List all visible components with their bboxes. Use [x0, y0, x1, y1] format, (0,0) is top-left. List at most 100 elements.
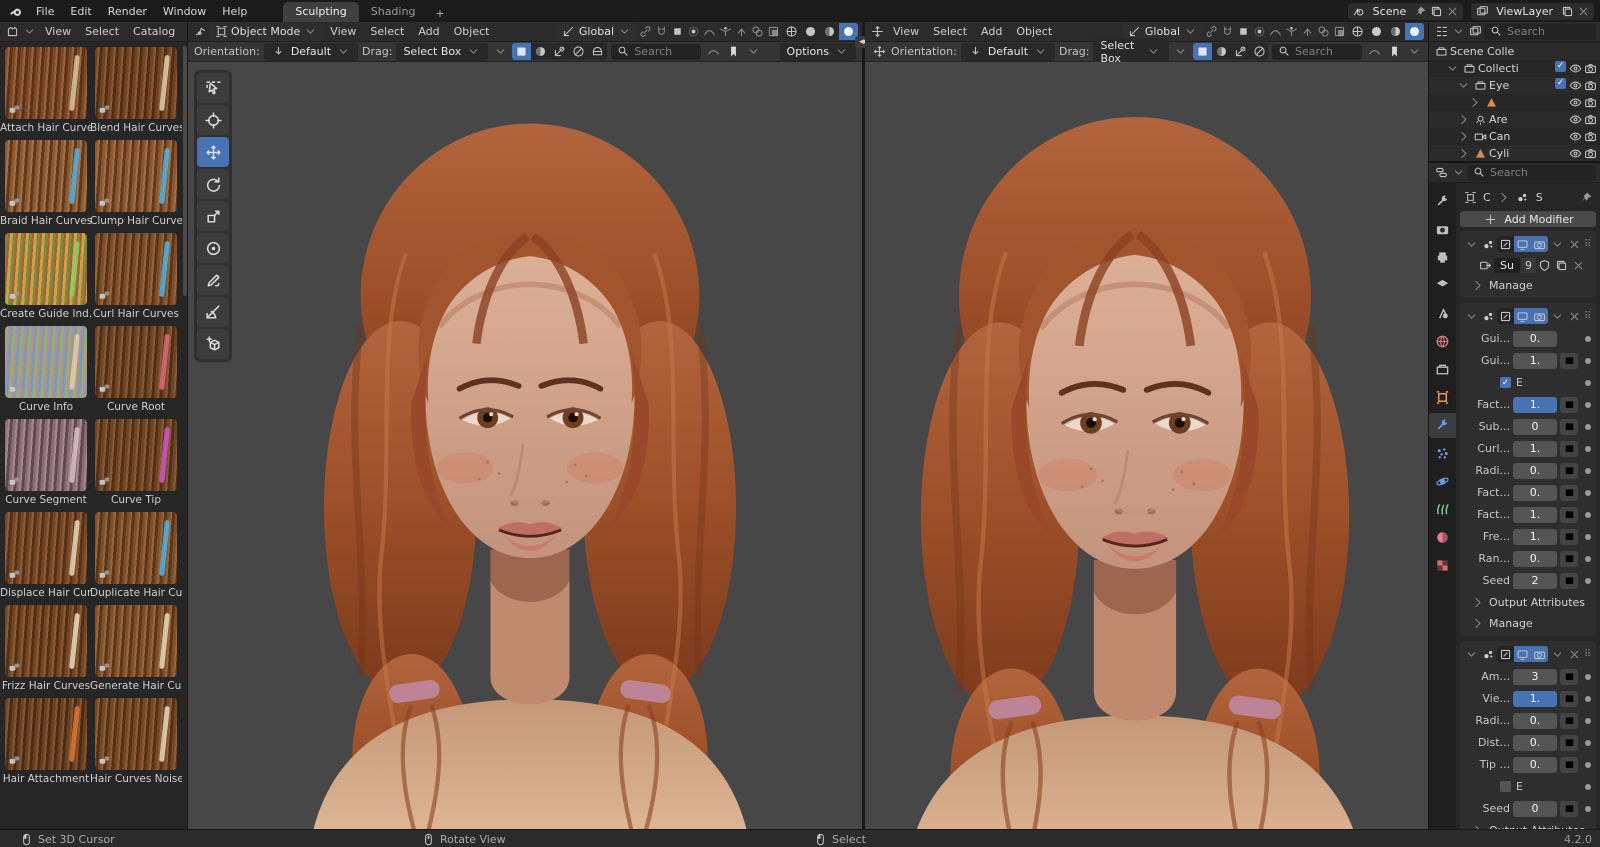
keyframe-dot[interactable] — [1585, 739, 1591, 746]
viewport-search[interactable]: Search — [611, 43, 702, 60]
filter-icon[interactable] — [1467, 24, 1483, 40]
tool-rotate[interactable] — [197, 169, 229, 199]
viewport-menu-view[interactable]: View — [886, 24, 926, 39]
select-intersect-icon[interactable] — [588, 43, 607, 60]
attribute-toggle-icon[interactable] — [1560, 756, 1578, 773]
tool-move[interactable] — [197, 137, 229, 167]
chevron-down-icon[interactable] — [1549, 646, 1565, 662]
chevron-down-icon[interactable] — [1463, 236, 1479, 252]
x-icon[interactable] — [1566, 236, 1582, 252]
select-extend-icon[interactable] — [1212, 43, 1231, 60]
blender-logo-icon[interactable] — [6, 3, 26, 19]
bookmark-icon[interactable] — [1386, 44, 1402, 60]
falloff-curve-icon[interactable] — [705, 44, 721, 60]
asset-item[interactable]: Curl Hair Curves — [93, 233, 179, 320]
falloff-curve-icon[interactable] — [1366, 44, 1382, 60]
tool-add-cube[interactable] — [197, 329, 229, 359]
viewport-right-canvas[interactable] — [865, 62, 1428, 829]
camera-icon[interactable] — [1583, 78, 1598, 94]
display-edit-icon[interactable] — [1497, 236, 1514, 252]
menu-render[interactable]: Render — [100, 3, 155, 20]
select-invert-icon[interactable] — [569, 43, 588, 60]
properties-tab-render[interactable] — [1429, 217, 1456, 242]
ball-material-icon[interactable] — [1386, 23, 1405, 40]
collection-checkbox[interactable]: ✓ — [1555, 77, 1566, 89]
keyframe-dot[interactable] — [1585, 489, 1591, 496]
ball-material-icon[interactable] — [820, 23, 839, 40]
properties-tab-texture[interactable] — [1429, 553, 1456, 578]
attribute-toggle-icon[interactable] — [1560, 550, 1578, 567]
modifier-header[interactable]: ⠿ — [1463, 644, 1593, 664]
new-scene-icon[interactable] — [1428, 3, 1444, 19]
overlays-icon[interactable] — [749, 24, 765, 40]
keyframe-dot[interactable] — [1585, 783, 1591, 790]
field-value[interactable]: 1. — [1513, 690, 1557, 707]
display-realtime-icon[interactable] — [1514, 236, 1531, 252]
tool-scale[interactable] — [197, 201, 229, 231]
asset-item[interactable]: Curve Tip — [94, 419, 178, 506]
menu-edit[interactable]: Edit — [62, 3, 99, 20]
asset-item[interactable]: Curve Info — [4, 326, 88, 413]
camera-icon[interactable] — [1583, 95, 1598, 111]
pin-icon[interactable] — [1412, 3, 1428, 19]
xray-icon[interactable] — [765, 24, 781, 40]
viewport-search[interactable]: Search — [1272, 43, 1362, 60]
asset-item[interactable]: Generate Hair Cu... — [90, 605, 182, 692]
options-dropdown[interactable]: Options — [779, 42, 856, 61]
attribute-toggle-icon[interactable] — [1560, 800, 1578, 817]
expand-toggle-icon[interactable] — [1455, 78, 1471, 94]
select-new-icon[interactable] — [512, 43, 532, 60]
keyframe-dot[interactable] — [1585, 673, 1591, 680]
visibility-icon[interactable] — [1283, 24, 1299, 40]
visibility-icon[interactable] — [717, 24, 733, 40]
attribute-toggle-icon[interactable] — [1560, 712, 1578, 729]
outliner-row[interactable]: Scene Colle — [1429, 43, 1600, 60]
display-realtime-icon[interactable] — [1514, 646, 1531, 662]
properties-tab-physics[interactable] — [1429, 469, 1456, 494]
subpanel-manage[interactable]: Manage — [1463, 276, 1593, 294]
asset-menu-view[interactable]: View — [38, 24, 78, 39]
node-group-name[interactable]: Su — [1494, 257, 1520, 273]
asset-item[interactable]: Curve Segment — [4, 419, 88, 506]
viewport-menu-add[interactable]: Add — [411, 24, 446, 39]
field-value[interactable]: 0. — [1513, 330, 1557, 347]
outliner-search[interactable]: Search — [1484, 23, 1596, 40]
chevron-down-icon[interactable] — [1406, 44, 1422, 60]
asset-menu-select[interactable]: Select — [78, 24, 126, 39]
breadcrumb-object[interactable]: C — [1481, 191, 1493, 204]
eye-icon[interactable] — [1568, 146, 1583, 162]
copy-icon[interactable] — [1554, 257, 1570, 273]
field-checkbox[interactable]: ✓ — [1500, 781, 1511, 792]
eye-icon[interactable] — [1568, 112, 1583, 128]
viewport-menu-add[interactable]: Add — [974, 24, 1009, 39]
properties-tab-particles[interactable] — [1429, 441, 1456, 466]
mode-dropdown[interactable]: Object Mode — [209, 22, 323, 41]
asset-item[interactable]: Duplicate Hair Cu... — [90, 512, 182, 599]
asset-scrollbar[interactable] — [183, 46, 187, 296]
keyframe-dot[interactable] — [1585, 695, 1591, 702]
viewlayer-icon[interactable] — [1474, 3, 1490, 19]
expand-toggle-icon[interactable] — [1455, 146, 1471, 162]
x-icon[interactable] — [1566, 646, 1582, 662]
orientation-select[interactable]: Default — [263, 42, 359, 61]
object-icon[interactable] — [1462, 189, 1478, 205]
outliner-editor-icon[interactable] — [1433, 24, 1449, 40]
falloff-icon[interactable] — [701, 24, 717, 40]
keyframe-dot[interactable] — [1585, 805, 1591, 812]
viewlayer-selector[interactable]: ViewLayer — [1471, 2, 1594, 20]
outliner-row[interactable] — [1429, 94, 1600, 111]
chevron-down-icon[interactable] — [1463, 308, 1479, 324]
outliner-row[interactable]: Collecti ✓ — [1429, 60, 1600, 77]
attribute-toggle-icon[interactable] — [1560, 690, 1578, 707]
attribute-toggle-icon[interactable] — [1560, 572, 1578, 589]
keyframe-dot[interactable] — [1585, 467, 1591, 474]
link-icon[interactable] — [637, 24, 653, 40]
ball-solid-icon[interactable] — [801, 23, 820, 40]
pin-icon[interactable] — [1578, 189, 1594, 205]
field-value[interactable]: 3 — [1513, 668, 1557, 685]
keyframe-dot[interactable] — [1585, 357, 1591, 364]
viewport-menu-select[interactable]: Select — [926, 24, 974, 39]
outliner-row[interactable]: Can — [1429, 128, 1600, 145]
tool-measure[interactable] — [197, 297, 229, 327]
keyframe-dot[interactable] — [1585, 445, 1591, 452]
